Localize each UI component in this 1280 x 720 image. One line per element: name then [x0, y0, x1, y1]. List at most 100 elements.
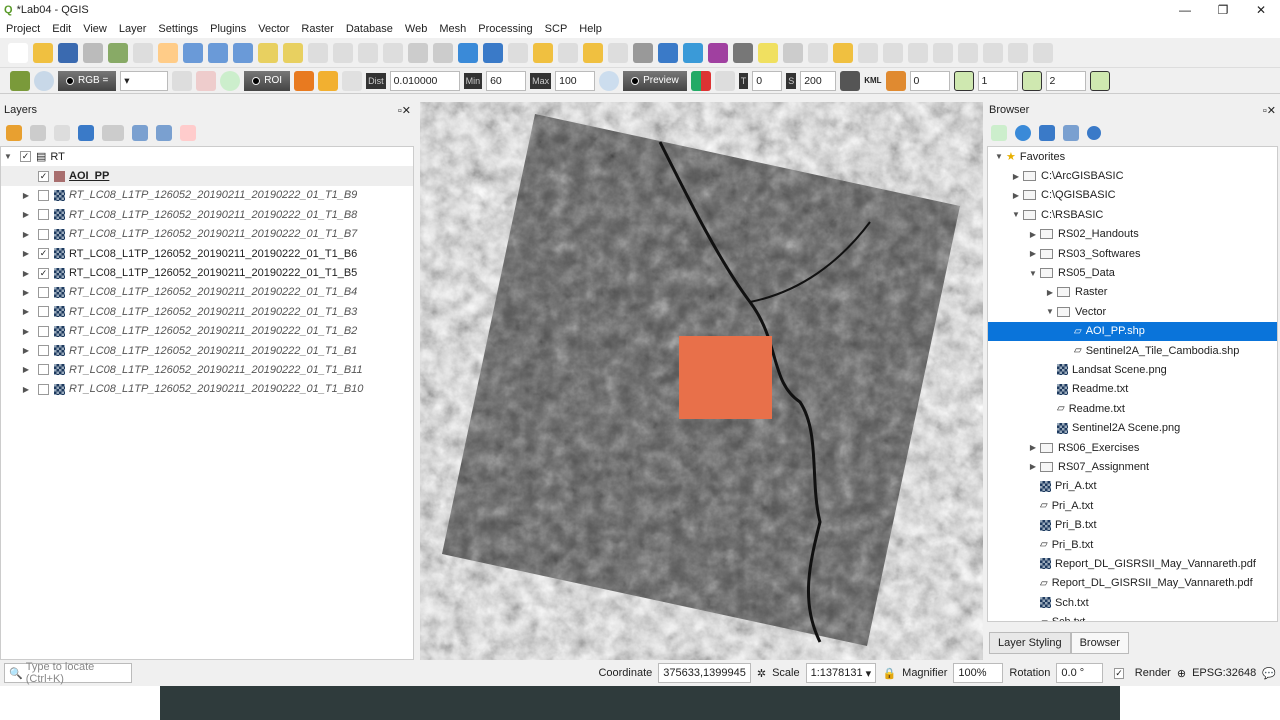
layer-item[interactable]: ▶ ✓ RT_LC08_L1TP_126052_20190211_20190222_…	[1, 244, 413, 263]
menu-edit[interactable]: Edit	[46, 23, 77, 35]
tab-layer-styling[interactable]: Layer Styling	[989, 632, 1071, 654]
toolbar-tool-icon[interactable]	[183, 42, 203, 63]
toolbar-tool-icon[interactable]	[33, 42, 53, 63]
toolbar-tool-icon[interactable]	[108, 42, 128, 63]
layer-visibility-checkbox[interactable]: ✓	[38, 170, 49, 182]
redo-roi-icon[interactable]	[342, 70, 363, 91]
toggle-extents-icon[interactable]: ✲	[757, 667, 766, 680]
layer-visibility-checkbox[interactable]	[38, 189, 49, 201]
map-canvas[interactable]	[420, 102, 983, 660]
eye-icon[interactable]	[54, 125, 70, 141]
layer-item[interactable]: ▶ RT_LC08_L1TP_126052_20190211_20190222_0…	[1, 302, 413, 321]
browser-item[interactable]: ▱ AOI_PP.shp	[988, 321, 1277, 341]
browser-item[interactable]: ▼ ★ Favorites	[988, 147, 1277, 166]
zoom-preview-icon[interactable]	[599, 70, 620, 91]
layer-item[interactable]: ▶ RT_LC08_L1TP_126052_20190211_20190222_0…	[1, 283, 413, 302]
layer-visibility-checkbox[interactable]	[38, 286, 49, 298]
style-icon[interactable]	[6, 125, 22, 141]
filter-icon[interactable]	[78, 125, 94, 141]
toolbar-tool-icon[interactable]	[908, 42, 928, 63]
band-1-input[interactable]: 1	[977, 70, 1018, 91]
filter-expression-icon[interactable]	[102, 125, 124, 141]
remove-layer-icon[interactable]	[180, 125, 196, 141]
toolbar-tool-icon[interactable]	[933, 42, 953, 63]
menu-database[interactable]: Database	[340, 23, 399, 35]
dist-input[interactable]: 0.010000	[389, 70, 460, 91]
render-checkbox[interactable]: ✓	[1114, 667, 1124, 679]
band-blue-icon[interactable]	[1089, 70, 1110, 91]
layer-visibility-checkbox[interactable]	[38, 306, 49, 318]
toolbar-tool-icon[interactable]	[283, 42, 303, 63]
browser-item[interactable]: ▶ C:\ArcGISBASIC	[988, 166, 1277, 185]
toolbar-tool-icon[interactable]	[708, 42, 728, 63]
std-stretch-icon[interactable]	[196, 70, 217, 91]
toolbar-tool-icon[interactable]	[958, 42, 978, 63]
collapse-all-icon[interactable]	[1063, 125, 1079, 141]
layer-visibility-checkbox[interactable]	[38, 345, 49, 357]
minimize-button[interactable]: —	[1166, 3, 1204, 17]
magnifier-input[interactable]: 100%	[953, 663, 1004, 683]
tab-browser[interactable]: Browser	[1070, 632, 1129, 654]
menu-settings[interactable]: Settings	[152, 23, 204, 35]
browser-item[interactable]: ▶ RS06_Exercises	[988, 438, 1277, 457]
rotation-input[interactable]: 0.0 °	[1056, 663, 1104, 683]
menu-scp[interactable]: SCP	[539, 23, 574, 35]
filter-icon[interactable]	[1039, 125, 1055, 141]
menu-view[interactable]: View	[77, 23, 113, 35]
remove-temp-files-icon[interactable]	[840, 70, 861, 91]
menu-plugins[interactable]: Plugins	[204, 23, 252, 35]
toolbar-tool-icon[interactable]	[608, 42, 628, 63]
browser-item[interactable]: ▼ RS05_Data	[988, 263, 1277, 282]
kml-button[interactable]: KML	[864, 76, 881, 85]
band-set-input[interactable]: 0	[909, 70, 950, 91]
browser-item[interactable]: ▱ Readme.txt	[988, 399, 1277, 418]
band-red-icon[interactable]	[953, 70, 974, 91]
layer-item[interactable]: ▶ RT_LC08_L1TP_126052_20190211_20190222_0…	[1, 322, 413, 341]
layer-item[interactable]: ▶ RT_LC08_L1TP_126052_20190211_20190222_0…	[1, 186, 413, 205]
browser-item[interactable]: Sentinel2A Scene.png	[988, 418, 1277, 437]
toolbar-tool-icon[interactable]	[258, 42, 278, 63]
toolbar-tool-icon[interactable]	[408, 42, 428, 63]
menu-mesh[interactable]: Mesh	[433, 23, 472, 35]
browser-item[interactable]: Sch.txt	[988, 593, 1277, 612]
browser-item[interactable]: ▼ C:\RSBASIC	[988, 205, 1277, 224]
redo-preview-icon[interactable]	[714, 70, 735, 91]
menu-raster[interactable]: Raster	[295, 23, 339, 35]
band-2-input[interactable]: 2	[1045, 70, 1086, 91]
toolbar-tool-icon[interactable]	[508, 42, 528, 63]
toolbar-tool-icon[interactable]	[358, 42, 378, 63]
scale-select[interactable]: 1:1378131 ▾	[805, 663, 877, 683]
toolbar-tool-icon[interactable]	[558, 42, 578, 63]
layer-item[interactable]: ▶ RT_LC08_L1TP_126052_20190211_20190222_0…	[1, 341, 413, 360]
toolbar-tool-icon[interactable]	[1008, 42, 1028, 63]
aoi-polygon[interactable]	[679, 336, 772, 419]
toolbar-tool-icon[interactable]	[8, 42, 28, 63]
toolbar-tool-icon[interactable]	[458, 42, 478, 63]
menu-vector[interactable]: Vector	[252, 23, 295, 35]
s-input[interactable]: 200	[800, 70, 837, 91]
crs-button[interactable]: EPSG:32648	[1192, 667, 1256, 679]
menu-help[interactable]: Help	[573, 23, 608, 35]
layer-item[interactable]: ▶ RT_LC08_L1TP_126052_20190211_20190222_0…	[1, 205, 413, 224]
toolbar-tool-icon[interactable]	[208, 42, 228, 63]
preview-button[interactable]: Preview	[623, 70, 687, 91]
layer-visibility-checkbox[interactable]	[38, 364, 49, 376]
min-input[interactable]: 60	[486, 70, 527, 91]
band-set-table-icon[interactable]	[885, 70, 906, 91]
browser-item[interactable]: ▶ RS07_Assignment	[988, 457, 1277, 476]
toolbar-tool-icon[interactable]	[658, 42, 678, 63]
layer-visibility-checkbox[interactable]	[38, 383, 49, 395]
toolbar-tool-icon[interactable]	[133, 42, 153, 63]
toolbar-tool-icon[interactable]	[1033, 42, 1053, 63]
toolbar-tool-icon[interactable]	[58, 42, 78, 63]
panel-close-icon[interactable]: ▫✕	[398, 104, 411, 118]
band-green-icon[interactable]	[1021, 70, 1042, 91]
browser-item[interactable]: ▶ RS03_Softwares	[988, 244, 1277, 263]
layer-item[interactable]: ▶ RT_LC08_L1TP_126052_20190211_20190222_0…	[1, 225, 413, 244]
browser-item[interactable]: ▱ Pri_B.txt	[988, 535, 1277, 554]
browser-item[interactable]: Report_DL_GISRSII_May_Vannareth.pdf	[988, 554, 1277, 573]
browser-item[interactable]: ▶ RS02_Handouts	[988, 225, 1277, 244]
menu-layer[interactable]: Layer	[113, 23, 153, 35]
messages-icon[interactable]: 💬	[1262, 667, 1276, 680]
toolbar-tool-icon[interactable]	[808, 42, 828, 63]
